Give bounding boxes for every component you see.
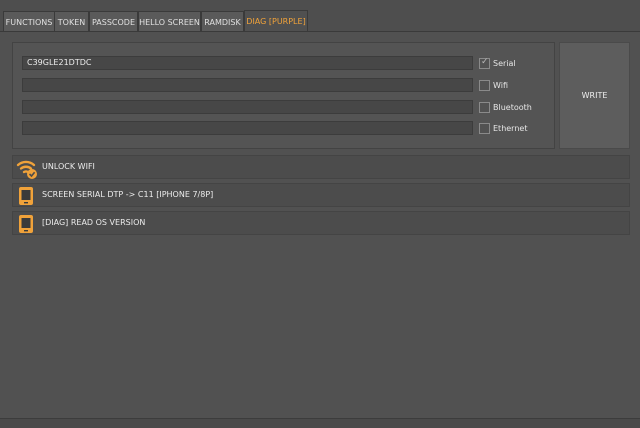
unlock-wifi-label: UNLOCK WIFI [42,162,95,171]
tab-bar: FUNCTIONS TOKEN PASSCODE HELLO SCREEN RA… [0,0,640,32]
tab-label: PASSCODE [91,17,136,27]
tab-functions[interactable]: FUNCTIONS [3,11,55,32]
wifi-field[interactable] [22,78,473,92]
tab-label: TOKEN [57,17,86,27]
wifi-check-icon [16,158,37,179]
serial-checkbox[interactable] [479,57,490,69]
unlock-wifi-button[interactable]: UNLOCK WIFI [12,155,630,179]
ethernet-checkbox[interactable] [479,123,490,134]
tab-label: FUNCTIONS [5,17,53,27]
ethernet-checkbox-label: Ethernet [493,124,528,133]
diag-read-os-version-button[interactable]: [DIAG] READ OS VERSION [12,211,630,235]
tab-ramdisk[interactable]: RAMDISK [201,11,244,32]
diag-read-os-version-label: [DIAG] READ OS VERSION [42,218,146,227]
ethernet-field[interactable] [22,121,473,135]
tab-label: DIAG [PURPLE] [246,17,306,26]
serial-field[interactable]: C39GLE21DTDC [22,56,473,70]
phone-icon [16,186,36,206]
tab-hello-screen[interactable]: HELLO SCREEN [138,11,201,32]
wifi-checkbox-label: Wifi [493,81,508,90]
phone-icon [16,214,36,234]
status-bar [0,418,640,428]
bluetooth-checkbox-label: Bluetooth [493,103,532,112]
tab-diag-purple[interactable]: DIAG [PURPLE] [244,10,308,32]
wifi-checkbox[interactable] [479,80,490,91]
tab-label: RAMDISK [204,17,241,27]
tab-token[interactable]: TOKEN [54,11,89,32]
bluetooth-checkbox[interactable] [479,102,490,113]
write-button-label: WRITE [581,91,608,100]
bluetooth-field[interactable] [22,100,473,114]
tab-passcode[interactable]: PASSCODE [89,11,138,32]
screen-serial-dtp-button[interactable]: SCREEN SERIAL DTP -> C11 [IPHONE 7/8P] [12,183,630,207]
screen-serial-dtp-label: SCREEN SERIAL DTP -> C11 [IPHONE 7/8P] [42,190,214,199]
write-button[interactable]: WRITE [559,42,630,149]
serial-checkbox-label: Serial [493,59,516,68]
tab-label: HELLO SCREEN [139,17,200,27]
